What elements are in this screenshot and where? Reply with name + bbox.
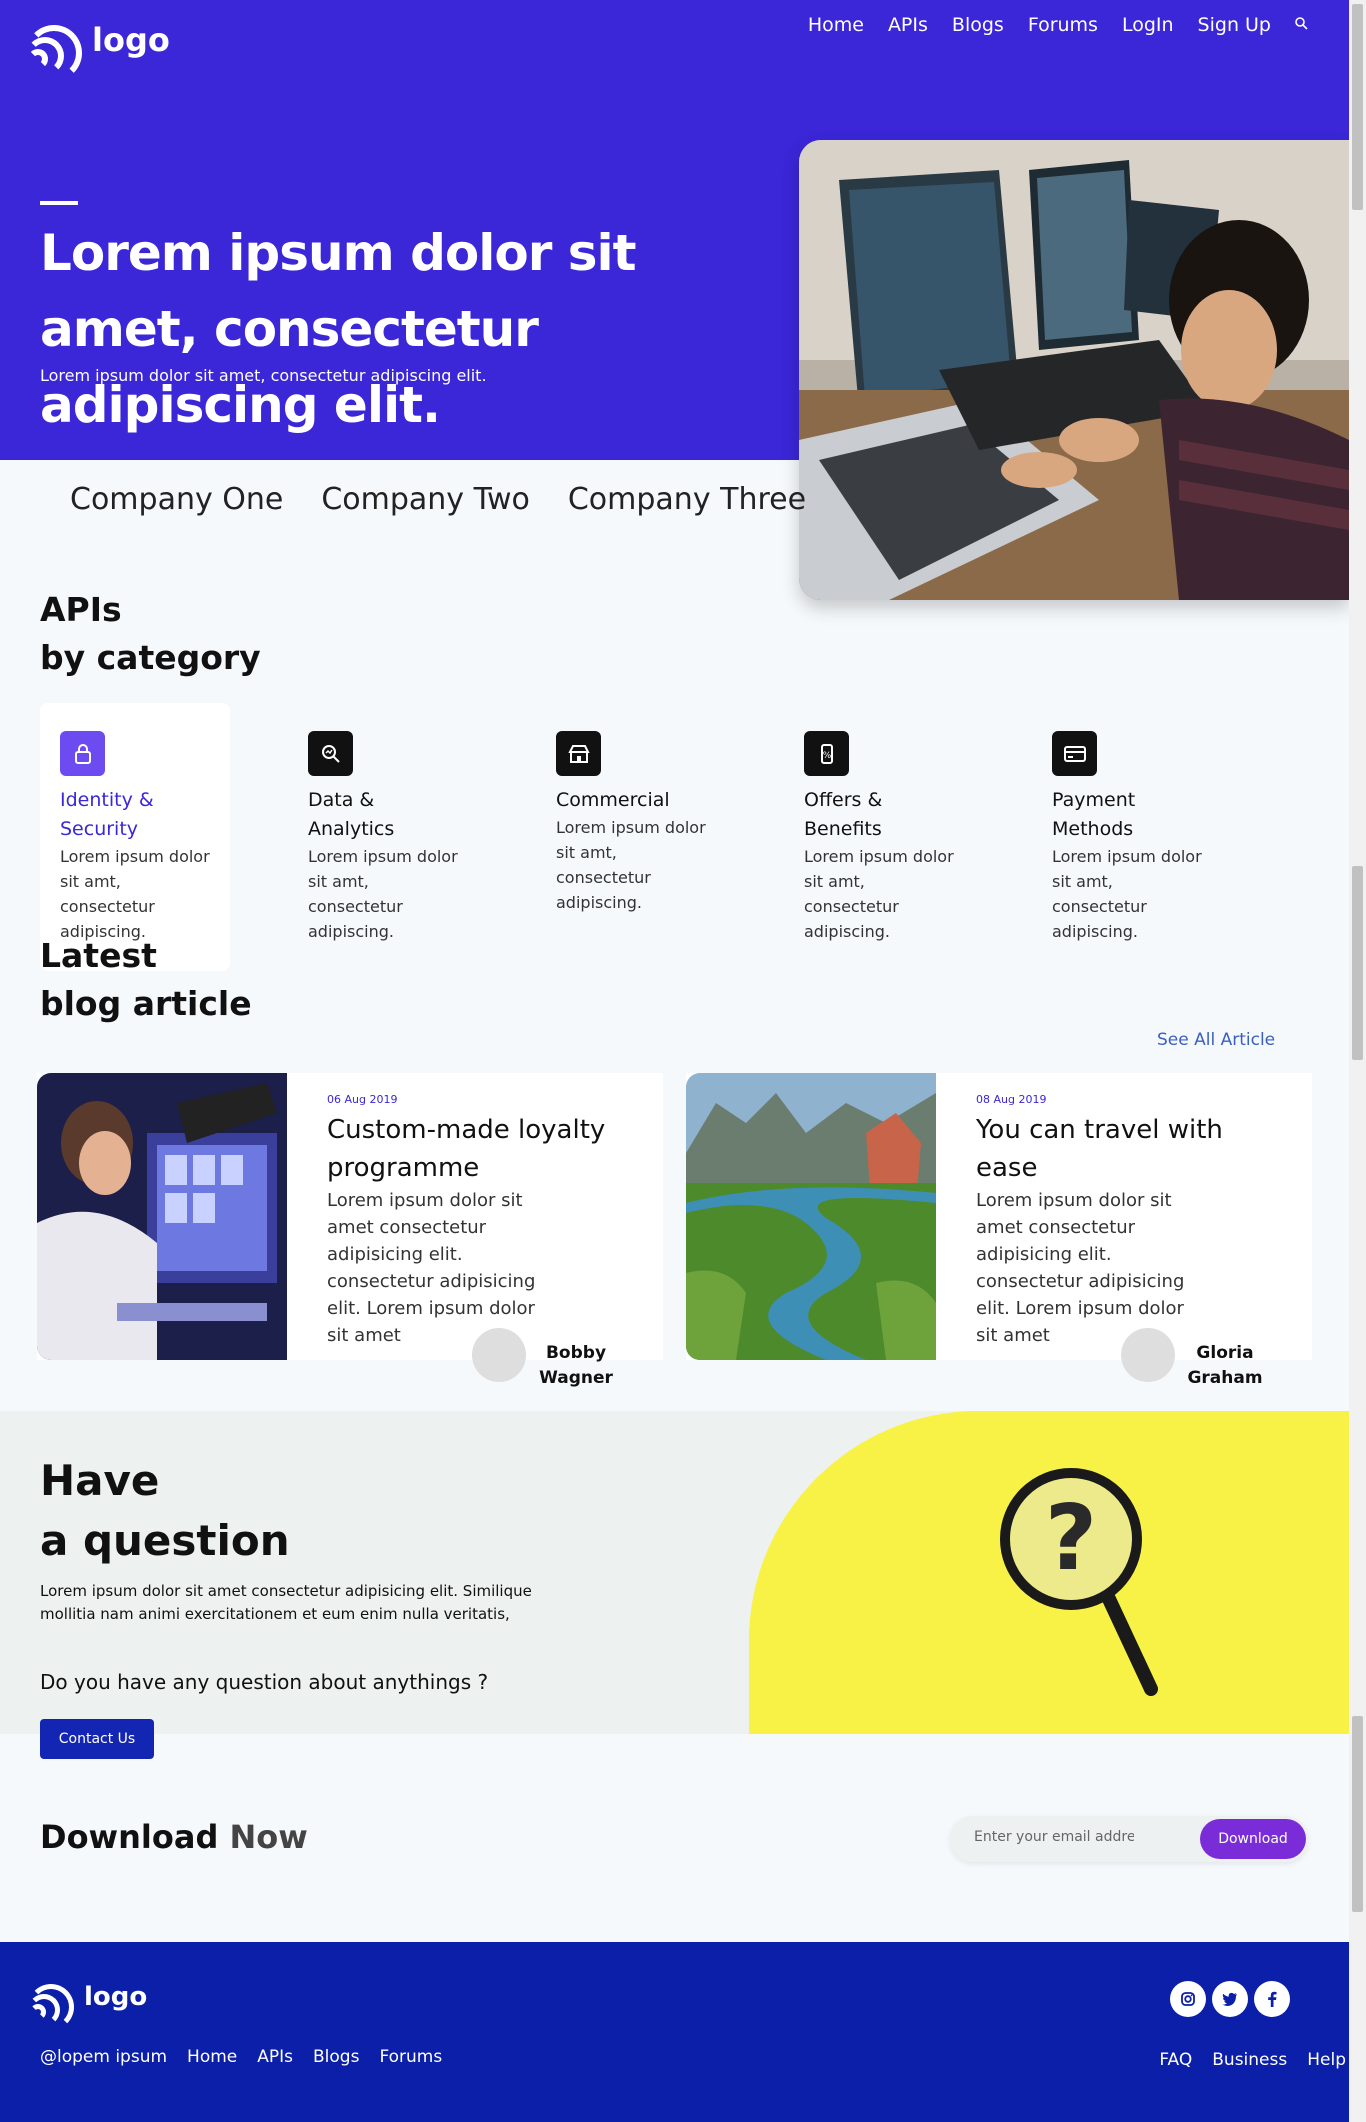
blog-author: Gloria Graham [1187,1343,1263,1388]
nav-apis[interactable]: APIs [888,14,928,36]
question-prompt: Do you have any question about anythings… [40,1670,489,1694]
category-desc: Lorem ipsum dolor sit amt, consectetur a… [308,847,458,941]
footer-logo[interactable]: logo [28,1980,148,2030]
question-title: Have a question [40,1456,290,1565]
blog-post-title[interactable]: Custom-made loyalty programme [327,1111,607,1187]
svg-text:?: ? [1045,1486,1097,1591]
blog-image [37,1073,287,1360]
category-title: Commercial [556,789,670,811]
footer-link-faq[interactable]: FAQ [1159,2050,1192,2070]
category-identity-security[interactable]: Identity & Security Lorem ipsum dolor si… [40,703,230,971]
hero-subtitle: Lorem ipsum dolor sit amet, consectetur … [40,366,487,385]
download-form: Download [950,1816,1308,1862]
category-list: Identity & Security Lorem ipsum dolor si… [40,703,1310,971]
scrollbar-thumb[interactable] [1352,4,1363,210]
category-title: Identity & Security [60,789,154,840]
download-button[interactable]: Download [1200,1819,1306,1859]
logo-icon [26,19,82,81]
footer-link-help[interactable]: Help [1307,2050,1346,2070]
offer-icon: % [804,731,849,776]
footer-link-business[interactable]: Business [1212,2050,1287,2070]
avatar [472,1328,526,1382]
blog-author: Bobby Wagner [539,1343,613,1388]
search-icon[interactable] [1295,16,1308,34]
store-icon [556,731,601,776]
hero-title: Lorem ipsum dolor sit amet, consectetur … [40,224,637,434]
scrollbar-thumb[interactable] [1352,1716,1363,1912]
category-commercial[interactable]: Commercial Lorem ipsum dolor sit amt, co… [536,703,726,971]
question-text: Lorem ipsum dolor sit amet consectetur a… [40,1582,532,1623]
page-scrollbar[interactable] [1349,0,1366,2122]
category-desc: Lorem ipsum dolor sit amt, consectetur a… [556,818,706,912]
blog-title: Latest blog article [40,936,252,1023]
category-offers-benefits[interactable]: % Offers & Benefits Lorem ipsum dolor si… [784,703,974,971]
hero-image [799,140,1349,600]
twitter-icon[interactable] [1212,1981,1248,2017]
company-strip: Company One Company Two Company Three [70,482,806,517]
blog-image [686,1073,936,1360]
facebook-icon[interactable] [1254,1981,1290,2017]
social-links [1170,1981,1290,2017]
footer-link-blogs[interactable]: Blogs [313,2047,359,2067]
blog-card[interactable]: 08 Aug 2019 You can travel with ease Lor… [686,1073,1312,1388]
nav-blogs[interactable]: Blogs [952,14,1004,36]
logo-icon [28,1980,74,2030]
nav-signup[interactable]: Sign Up [1198,14,1271,36]
blog-post-title[interactable]: You can travel with ease [976,1111,1256,1187]
company-name: Company Three [567,482,807,517]
nav-forums[interactable]: Forums [1028,14,1098,36]
apis-title: APIs by category [40,590,261,677]
blog-date: 08 Aug 2019 [976,1093,1047,1106]
category-payment-methods[interactable]: Payment Methods Lorem ipsum dolor sit am… [1032,703,1222,971]
hero-accent-bar [40,201,78,205]
header-logo[interactable]: logo [26,19,170,81]
contact-us-button[interactable]: Contact Us [40,1719,154,1759]
blog-excerpt: Lorem ipsum dolor sit amet consectetur a… [976,1190,1185,1346]
see-all-articles-link[interactable]: See All Article [1157,1030,1275,1050]
category-title: Data & Analytics [308,789,395,840]
company-name: Company One [70,482,284,517]
lock-icon [60,731,105,776]
avatar [1121,1328,1175,1382]
footer-nav: @lopem ipsum Home APIs Blogs Forums [40,2047,442,2067]
svg-text:%: % [822,751,831,761]
email-input[interactable] [974,1829,1134,1845]
category-title: Offers & Benefits [804,789,883,840]
company-name: Company Two [321,482,530,517]
footer-right-links: FAQ Business Help [1159,2050,1346,2070]
instagram-icon[interactable] [1170,1981,1206,2017]
category-desc: Lorem ipsum dolor sit amt, consectetur a… [1052,847,1202,941]
footer [0,1942,1349,2122]
category-desc: Lorem ipsum dolor sit amt, consectetur a… [60,847,210,941]
blog-card[interactable]: 06 Aug 2019 Custom-made loyalty programm… [37,1073,663,1388]
category-desc: Lorem ipsum dolor sit amt, consectetur a… [804,847,954,941]
nav-home[interactable]: Home [808,14,864,36]
nav-login[interactable]: LogIn [1122,14,1174,36]
download-title: Download Now [40,1818,308,1856]
footer-copyright: @lopem ipsum [40,2047,168,2067]
analytics-icon [308,731,353,776]
footer-link-apis[interactable]: APIs [257,2047,293,2067]
magnifier-question-image: ? [749,1411,1349,1734]
blog-excerpt: Lorem ipsum dolor sit amet consectetur a… [327,1190,536,1346]
card-icon [1052,731,1097,776]
footer-link-home[interactable]: Home [187,2047,237,2067]
blog-date: 06 Aug 2019 [327,1093,398,1106]
category-data-analytics[interactable]: Data & Analytics Lorem ipsum dolor sit a… [288,703,478,971]
logo-text: logo [92,21,170,59]
footer-link-forums[interactable]: Forums [379,2047,442,2067]
category-title: Payment Methods [1052,789,1136,840]
logo-text: logo [84,1982,148,2012]
main-nav: Home APIs Blogs Forums LogIn Sign Up [808,14,1308,36]
scrollbar-thumb[interactable] [1352,866,1363,1060]
